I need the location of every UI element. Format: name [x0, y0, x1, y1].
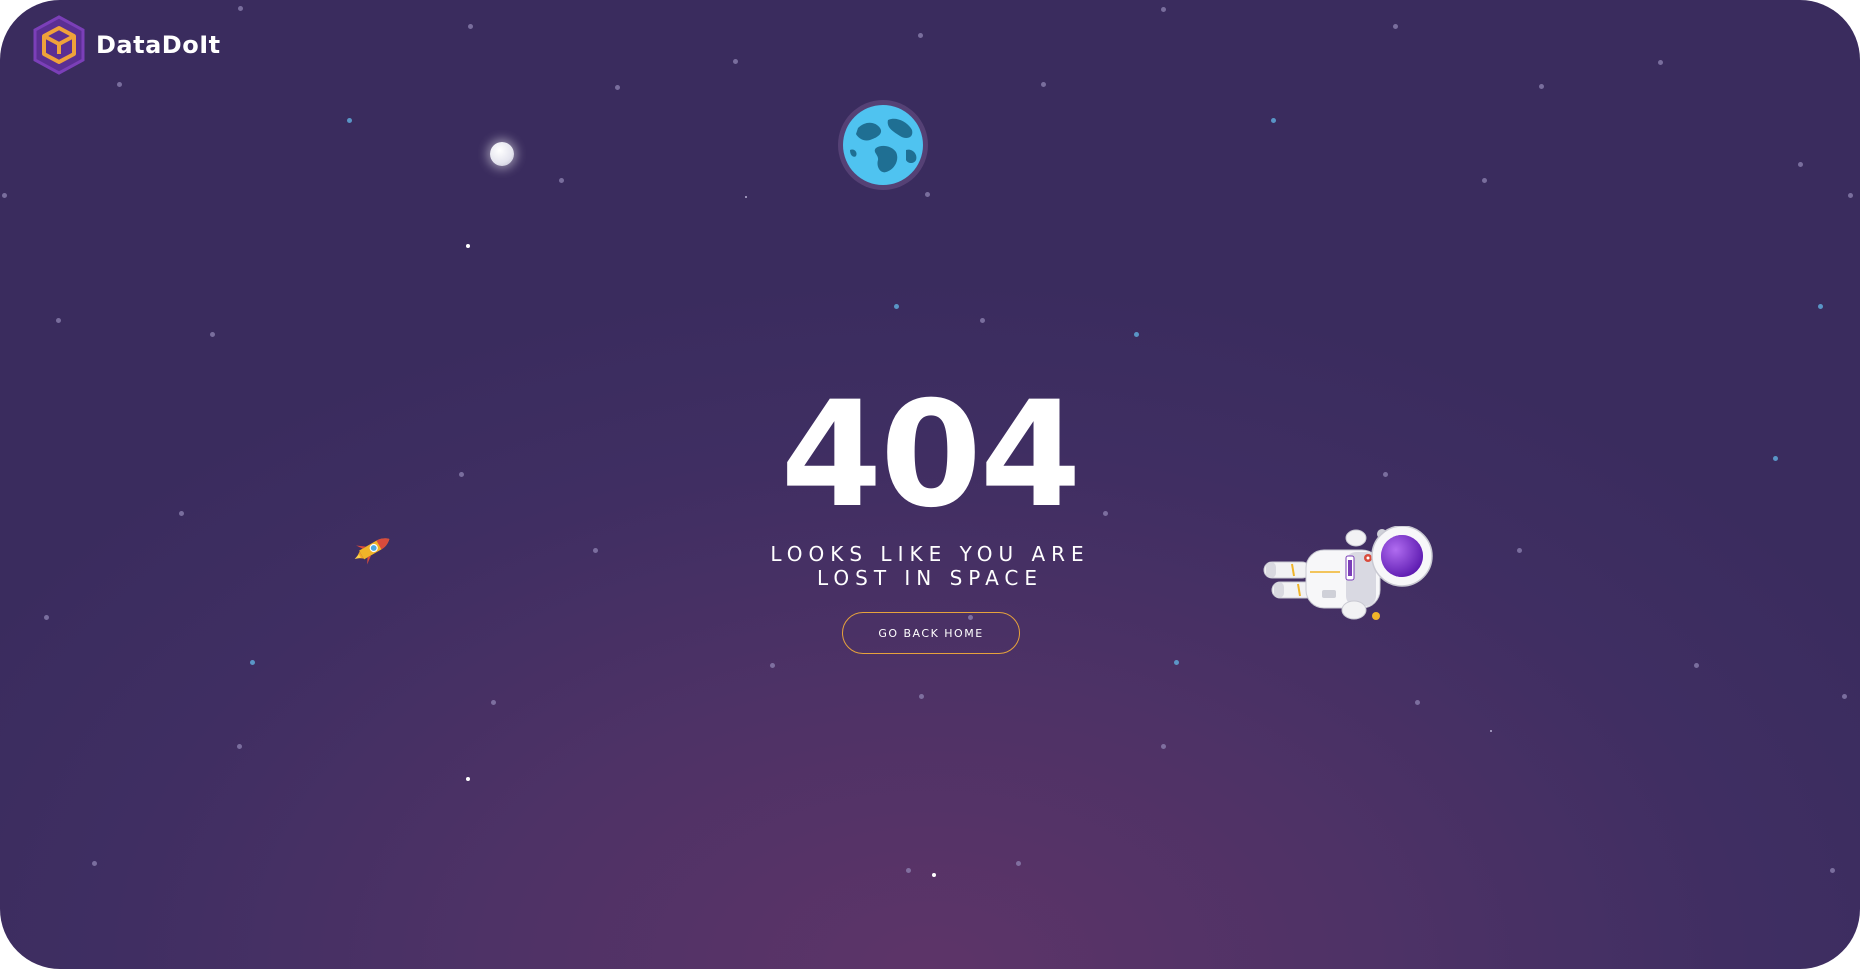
star [919, 694, 924, 699]
star [2, 193, 7, 198]
star [466, 777, 470, 781]
star [459, 472, 464, 477]
star [1016, 861, 1021, 866]
star [56, 318, 61, 323]
star [1490, 730, 1492, 732]
star [238, 6, 243, 11]
star [1694, 663, 1699, 668]
star [210, 332, 215, 337]
star [733, 59, 738, 64]
star [980, 318, 985, 323]
star [918, 33, 923, 38]
earth-icon [838, 100, 928, 190]
star [770, 663, 775, 668]
error-message: LOOKS LIKE YOU ARE LOST IN SPACE [730, 542, 1130, 590]
star [44, 615, 49, 620]
star [1271, 118, 1276, 123]
star [1415, 700, 1420, 705]
star [466, 244, 470, 248]
star [347, 118, 352, 123]
star [559, 178, 564, 183]
error-message-line-1: LOOKS LIKE YOU ARE [770, 542, 1090, 566]
box-hexagon-icon [33, 15, 85, 75]
star [1798, 162, 1803, 167]
star [1041, 82, 1046, 87]
star [179, 511, 184, 516]
star [1161, 7, 1166, 12]
star [1848, 193, 1853, 198]
star [92, 861, 97, 866]
star [932, 873, 936, 877]
error-message-line-2: LOST IN SPACE [816, 566, 1044, 590]
astronaut-icon [1263, 526, 1433, 620]
star [250, 660, 255, 665]
star [1539, 84, 1544, 89]
star [925, 192, 930, 197]
moon-icon [490, 142, 514, 166]
error-content: 404 LOOKS LIKE YOU ARE LOST IN SPACE [730, 380, 1130, 590]
star [1517, 548, 1522, 553]
page-background: DataDoIt 404 LOOKS LIKE YOU ARE LOST IN … [0, 0, 1860, 969]
star [906, 868, 911, 873]
star [491, 700, 496, 705]
star [117, 82, 122, 87]
star [593, 548, 598, 553]
star [468, 24, 473, 29]
star [1134, 332, 1139, 337]
star [1174, 660, 1179, 665]
go-back-home-button[interactable]: GO BACK HOME [842, 612, 1020, 654]
star [237, 744, 242, 749]
error-code: 404 [780, 370, 1082, 540]
brand-name: DataDoIt [96, 31, 221, 59]
star [1818, 304, 1823, 309]
star [745, 196, 747, 198]
star [1383, 472, 1388, 477]
rocket-icon [354, 538, 390, 565]
star [1842, 694, 1847, 699]
star [1830, 868, 1835, 873]
star [1161, 744, 1166, 749]
star [894, 304, 899, 309]
star [1393, 24, 1398, 29]
star [1773, 456, 1778, 461]
star [615, 85, 620, 90]
brand-logo[interactable]: DataDoIt [30, 14, 221, 76]
star [1658, 60, 1663, 65]
star [1482, 178, 1487, 183]
